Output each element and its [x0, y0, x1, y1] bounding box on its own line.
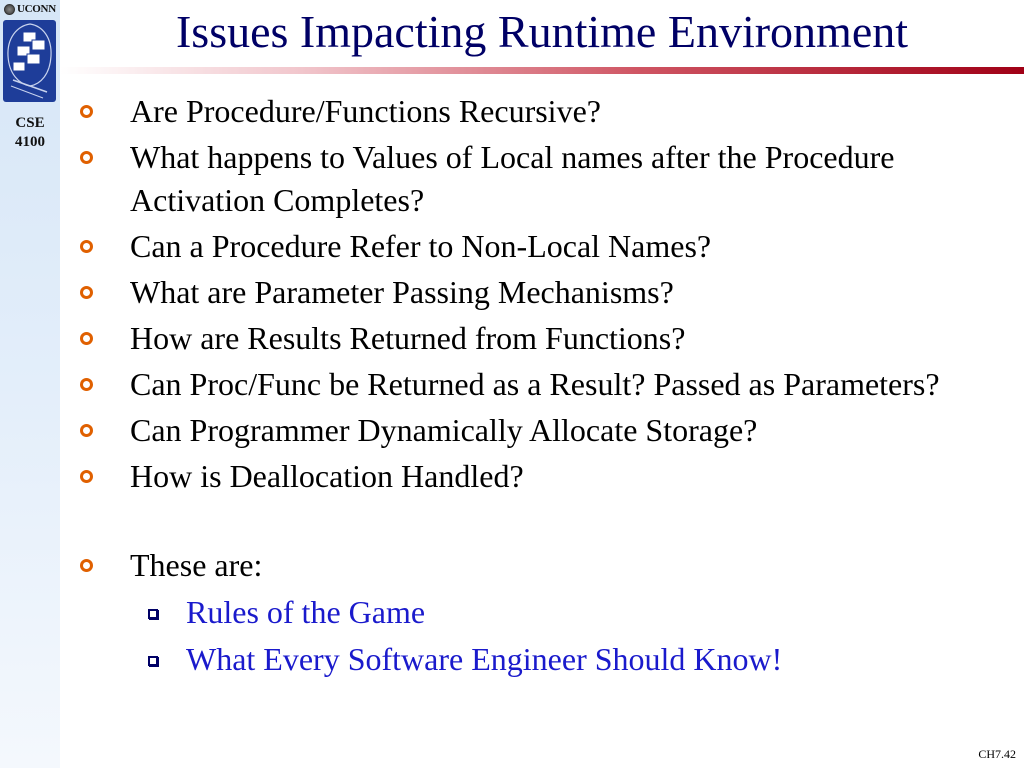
- summary-text: These are:: [130, 547, 263, 583]
- bullet-item: How are Results Returned from Functions?: [74, 317, 974, 360]
- bullet-text: Are Procedure/Functions Recursive?: [130, 93, 601, 129]
- square-bullet-icon: [148, 656, 158, 666]
- bullet-text: What happens to Values of Local names af…: [130, 139, 895, 218]
- circle-bullet-icon: [80, 286, 93, 299]
- sub-bullet-item: Rules of the Game: [74, 591, 974, 634]
- slide-title: Issues Impacting Runtime Environment: [175, 6, 909, 57]
- university-seal-icon: [4, 3, 15, 15]
- department-logo-icon: [3, 20, 56, 102]
- circle-bullet-icon: [80, 470, 93, 483]
- square-bullet-icon: [148, 609, 158, 619]
- bullet-text: What are Parameter Passing Mechanisms?: [130, 274, 674, 310]
- title-underline-bar: [60, 67, 1024, 74]
- circle-bullet-icon: [80, 378, 93, 391]
- bullet-text: Can a Procedure Refer to Non-Local Names…: [130, 228, 712, 264]
- sub-bullet-text: Rules of the Game: [186, 594, 426, 630]
- circle-bullet-icon: [80, 151, 93, 164]
- bullet-item: Can Programmer Dynamically Allocate Stor…: [74, 409, 974, 452]
- sub-bullet-text: What Every Software Engineer Should Know…: [186, 641, 783, 677]
- bullet-item: Can a Procedure Refer to Non-Local Names…: [74, 225, 974, 268]
- circle-bullet-icon: [80, 240, 93, 253]
- bullet-text: How are Results Returned from Functions?: [130, 320, 686, 356]
- bullet-text: How is Deallocation Handled?: [130, 458, 524, 494]
- circle-bullet-icon: [80, 559, 93, 572]
- circle-bullet-icon: [80, 105, 93, 118]
- course-code: CSE 4100: [0, 114, 60, 152]
- page-number: CH7.42: [978, 747, 1016, 761]
- bullet-item: Can Proc/Func be Returned as a Result? P…: [74, 363, 974, 406]
- university-name: UCONN: [17, 3, 56, 15]
- sidebar: UCONN CSE 4100: [0, 0, 60, 768]
- bullet-item: How is Deallocation Handled?: [74, 455, 974, 498]
- circle-bullet-icon: [80, 332, 93, 345]
- bullet-item: Are Procedure/Functions Recursive?: [74, 90, 974, 133]
- course-number: 4100: [15, 134, 45, 150]
- circle-bullet-icon: [80, 424, 93, 437]
- bullet-text: Can Proc/Func be Returned as a Result? P…: [130, 366, 940, 402]
- bullet-item: What are Parameter Passing Mechanisms?: [74, 271, 974, 314]
- summary-bullet: These are:: [74, 544, 974, 587]
- university-label: UCONN: [4, 2, 56, 16]
- course-subject: CSE: [15, 115, 45, 131]
- bullet-list: Are Procedure/Functions Recursive? What …: [74, 90, 974, 681]
- sub-bullet-item: What Every Software Engineer Should Know…: [74, 638, 974, 681]
- bullet-item: What happens to Values of Local names af…: [74, 136, 974, 222]
- bullet-text: Can Programmer Dynamically Allocate Stor…: [130, 412, 758, 448]
